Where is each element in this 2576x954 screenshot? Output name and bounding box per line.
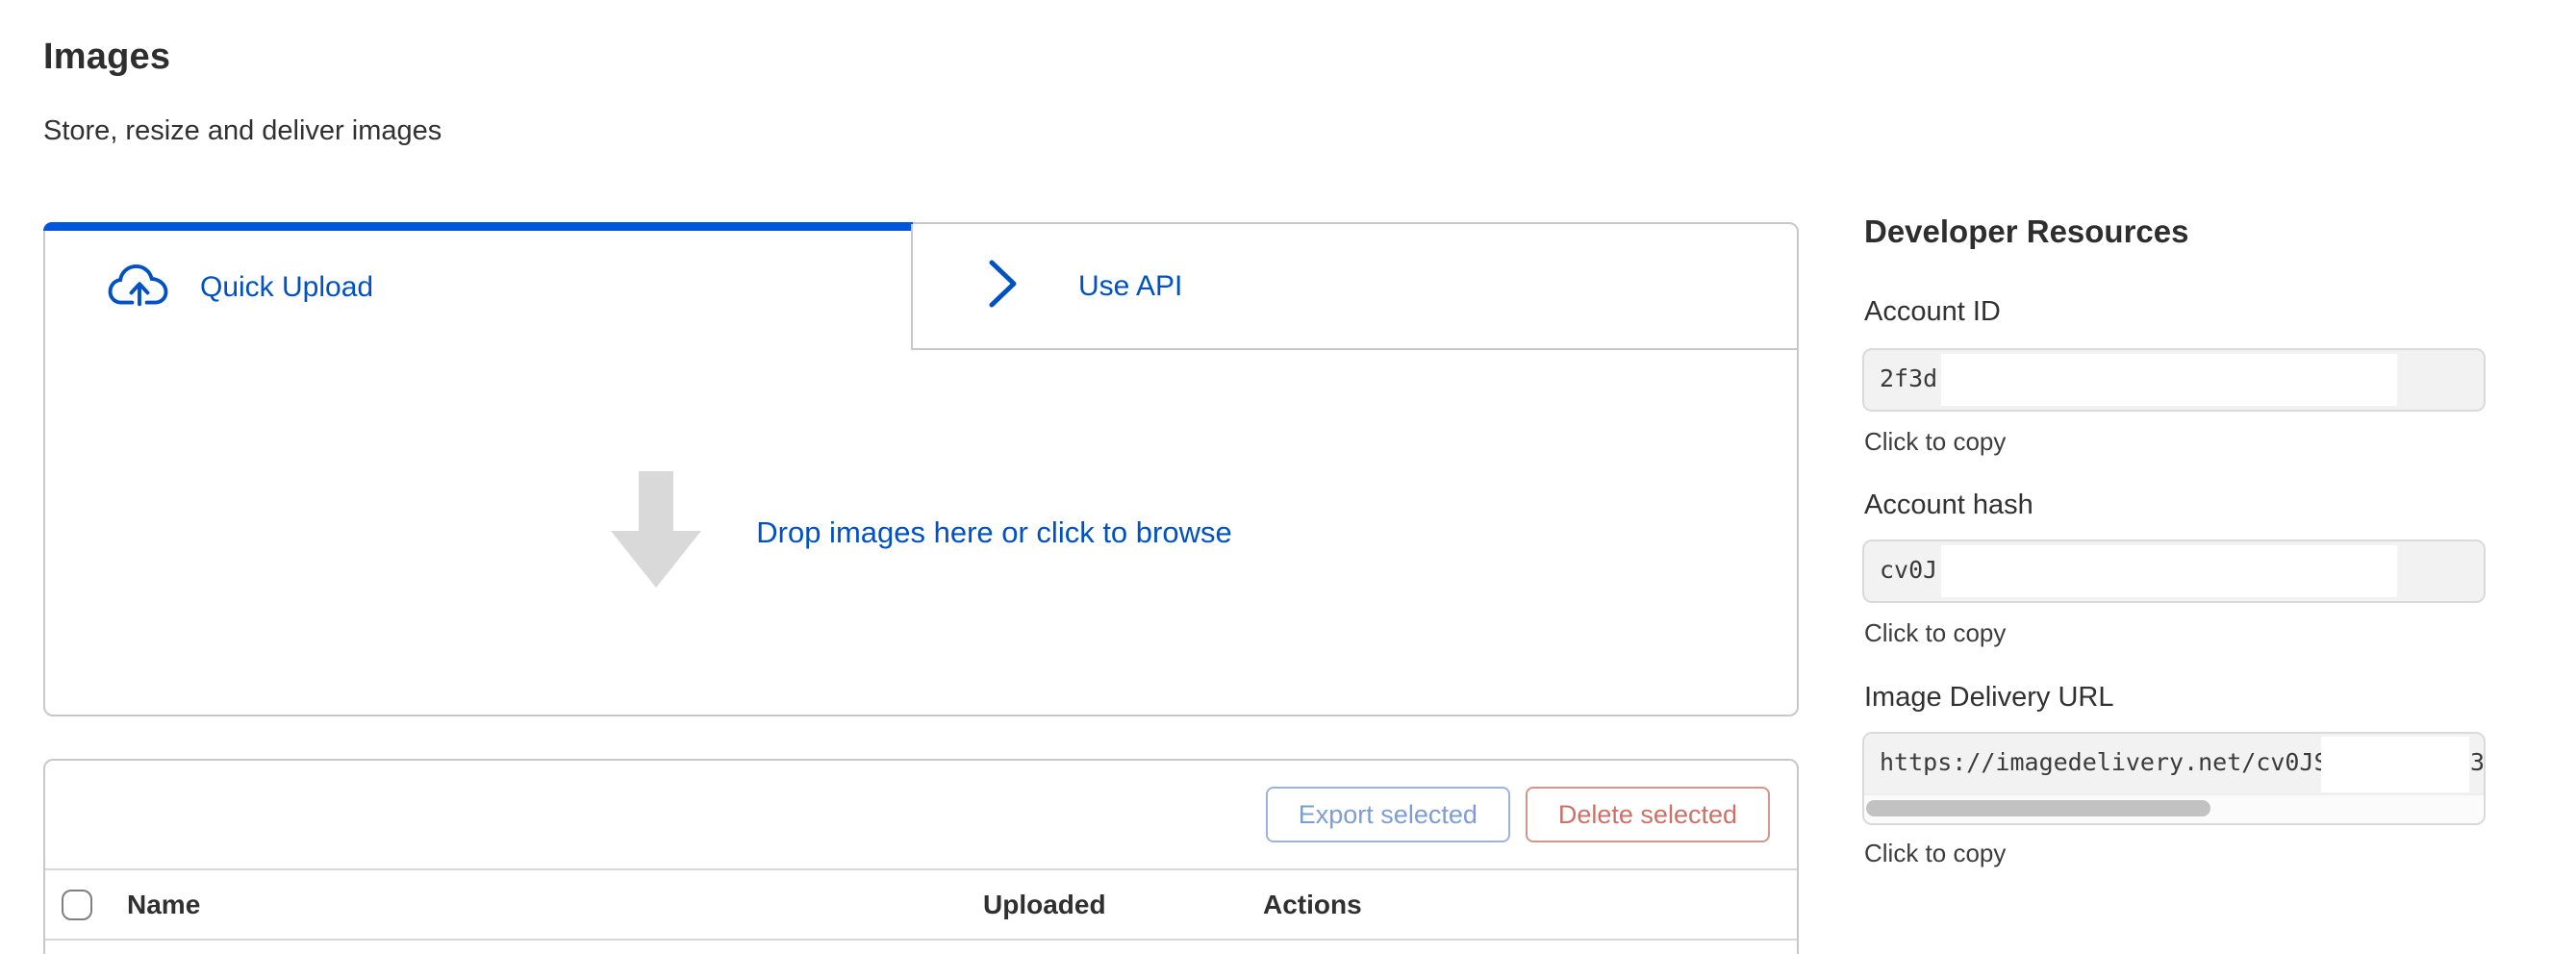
upload-tabs: Quick Upload Use API [45,224,1797,350]
dropzone-label: Drop images here or click to browse [756,515,1231,550]
horizontal-scrollbar-track [1864,793,2484,823]
page-subtitle: Store, resize and deliver images [43,115,442,147]
export-selected-button[interactable]: Export selected [1266,787,1510,842]
account-hash-field[interactable]: cv0J [1862,540,2486,603]
image-dropzone[interactable]: Drop images here or click to browse [45,350,1797,715]
table-header-row: Name Uploaded Actions [45,870,1797,941]
image-delivery-url-copy-hint: Click to copy [1864,839,2006,868]
delete-selected-button[interactable]: Delete selected [1526,787,1770,842]
active-tab-indicator [43,222,913,231]
column-header-actions: Actions [1263,890,1362,920]
page-title: Images [43,37,170,78]
list-toolbar: Export selected Delete selected [45,761,1797,870]
account-hash-label: Account hash [1864,490,2033,521]
redaction-overlay [2321,737,2469,792]
tab-use-api-label: Use API [1078,270,1182,303]
tab-quick-upload-label: Quick Upload [200,271,373,304]
image-delivery-url-field[interactable]: https://imagedelivery.net/cv0JSj 3 [1862,732,2486,825]
tab-quick-upload[interactable]: Quick Upload [45,224,911,350]
cloud-upload-icon [108,263,171,312]
redaction-overlay [1941,545,2397,597]
account-id-label: Account ID [1864,296,2001,328]
account-id-copy-hint: Click to copy [1864,427,2006,457]
images-page: Images Store, resize and deliver images … [0,0,2576,954]
redacted-partial-character: 3 [2470,734,2483,791]
image-delivery-url-label: Image Delivery URL [1864,682,2113,714]
account-hash-copy-hint: Click to copy [1864,618,2006,648]
column-header-uploaded: Uploaded [983,890,1106,920]
select-all-checkbox[interactable] [62,890,92,920]
down-arrow-icon [610,471,702,593]
account-id-field[interactable]: 2f3d [1862,348,2486,412]
upload-panel: Quick Upload Use API Drop images here or… [43,222,1799,716]
chevron-right-icon [986,258,1021,314]
image-list-panel: Export selected Delete selected Name Upl… [43,759,1799,954]
redaction-overlay [1941,354,2397,406]
column-header-name: Name [127,890,200,920]
horizontal-scrollbar-thumb[interactable] [1866,800,2210,816]
developer-resources-title: Developer Resources [1864,213,2189,250]
tab-use-api[interactable]: Use API [911,224,1797,350]
